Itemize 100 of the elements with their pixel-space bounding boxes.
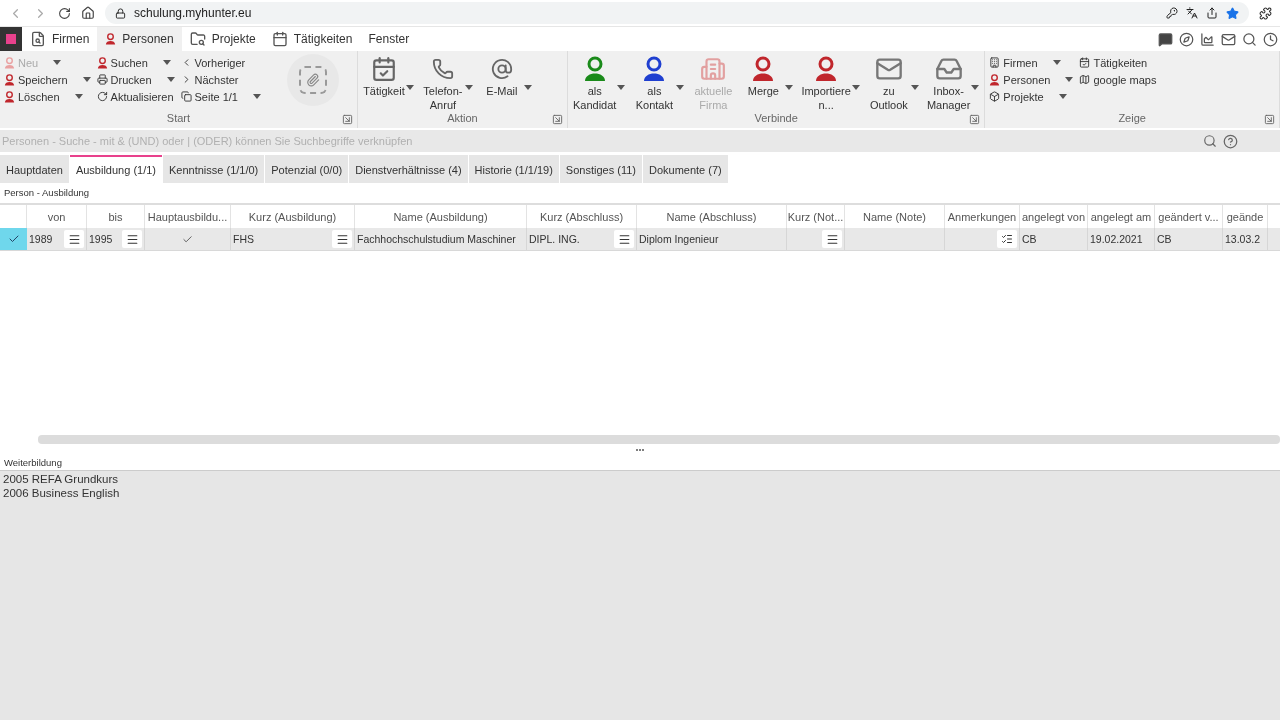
extension-icon[interactable] — [1259, 6, 1272, 20]
list-icon — [1001, 233, 1013, 245]
table-cell-text: 1995 — [89, 233, 114, 245]
translate-icon[interactable] — [1186, 7, 1198, 19]
caret-icon[interactable] — [523, 85, 532, 90]
ribbon-button[interactable]: Projekte — [989, 89, 1074, 104]
caret-icon[interactable] — [676, 85, 685, 90]
calendar-icon — [370, 56, 397, 82]
caret-icon[interactable] — [1065, 77, 1074, 82]
ribbon-button[interactable]: Aktualisieren — [96, 89, 175, 104]
caret-icon[interactable] — [971, 85, 980, 90]
menu-button[interactable] — [614, 230, 634, 248]
home-icon[interactable] — [81, 6, 95, 20]
menu-button[interactable] — [822, 230, 842, 248]
launcher-icon[interactable] — [969, 114, 981, 125]
caret-icon[interactable] — [252, 94, 261, 99]
clock-icon[interactable] — [1263, 31, 1278, 47]
menu-tab[interactable]: Projekte — [181, 27, 264, 51]
chart-icon[interactable] — [1200, 31, 1215, 47]
menu-button[interactable] — [122, 230, 142, 248]
splitter-handle-icon[interactable] — [636, 448, 644, 451]
text-line: 2006 Business English — [3, 486, 121, 500]
table-cell-text: Fachhochschulstudium Maschiner — [357, 233, 517, 245]
ribbon-button[interactable]: Nächster — [180, 72, 261, 87]
ribbon-button[interactable]: Importiere n... — [800, 54, 861, 112]
menu-icon — [125, 232, 139, 246]
ribbon-button[interactable]: Tätigkeiten — [1079, 55, 1157, 70]
caret-icon[interactable] — [617, 85, 626, 90]
logo-icon — [5, 33, 17, 45]
ribbon-button[interactable]: als Kontakt — [632, 54, 686, 112]
share-icon[interactable] — [1206, 7, 1218, 19]
app-logo[interactable] — [0, 27, 22, 51]
address-bar[interactable]: schulung.myhunter.eu — [105, 2, 1249, 24]
ribbon-button[interactable]: Seite 1/1 — [180, 89, 261, 104]
table-cell-text: CB — [1022, 233, 1038, 245]
menu-tab[interactable]: Firmen — [22, 27, 98, 51]
ribbon-button[interactable]: zu Outlook — [866, 54, 920, 112]
notes-button[interactable] — [997, 230, 1017, 248]
menu-icon — [335, 232, 349, 246]
caret-icon[interactable] — [405, 85, 414, 90]
mail-icon[interactable] — [1221, 31, 1236, 47]
menu-tab[interactable]: Tätigkeiten — [263, 27, 361, 51]
caret-icon[interactable] — [1052, 60, 1061, 65]
group-title: Start — [166, 112, 191, 126]
tab[interactable]: Dokumente (7) — [642, 155, 728, 183]
caret-icon[interactable] — [162, 60, 171, 65]
table-cell-text: Diplom Ingenieur — [639, 233, 720, 245]
caret-icon[interactable] — [464, 85, 473, 90]
caret-icon[interactable] — [74, 94, 83, 99]
launcher-icon[interactable] — [341, 114, 353, 125]
help-icon[interactable] — [1223, 133, 1238, 149]
ribbon-button[interactable]: Speichern — [4, 72, 91, 87]
person-icon — [105, 33, 117, 45]
url-text: schulung.myhunter.eu — [134, 6, 252, 20]
ribbon-button[interactable]: Löschen — [4, 89, 91, 104]
tab[interactable]: Hauptdaten — [0, 155, 69, 183]
tab[interactable]: Dienstverhältnisse (4) — [349, 155, 468, 183]
chat-icon[interactable] — [1158, 31, 1173, 47]
ribbon-button[interactable]: E-Mail — [479, 54, 533, 112]
launcher-icon[interactable] — [551, 114, 563, 125]
ribbon-button[interactable]: Merge — [741, 54, 795, 112]
launcher-icon[interactable] — [1264, 114, 1275, 125]
scrollbar[interactable] — [38, 435, 1280, 444]
ribbon-button[interactable]: Vorheriger — [180, 55, 261, 70]
caret-icon[interactable] — [851, 85, 860, 90]
menu-tab[interactable]: Personen — [97, 27, 182, 51]
ribbon-button[interactable]: Drucken — [96, 72, 175, 87]
printer-icon — [96, 74, 108, 85]
ribbon-button[interactable]: als Kandidat — [571, 54, 627, 112]
caret-icon[interactable] — [785, 85, 794, 90]
paperclip-icon — [305, 73, 320, 87]
ribbon-button[interactable]: Telefon- Anruf — [420, 54, 474, 112]
group-title: Verbinde — [754, 112, 798, 126]
caret-icon[interactable] — [166, 77, 175, 82]
search-icon[interactable] — [1242, 31, 1257, 47]
map-icon — [1079, 74, 1091, 85]
ribbon-button[interactable]: google maps — [1079, 72, 1157, 87]
key-icon[interactable] — [1166, 7, 1178, 19]
ribbon-button[interactable]: Suchen — [96, 55, 175, 70]
compass-icon[interactable] — [1179, 31, 1194, 47]
ribbon-button[interactable]: Tätigkeit — [361, 54, 415, 112]
ribbon-button[interactable]: Firmen — [989, 55, 1074, 70]
reload-icon[interactable] — [58, 6, 71, 20]
tab[interactable]: Potenzial (0/0) — [265, 155, 349, 183]
person-icon — [4, 56, 15, 69]
person-icon — [989, 73, 1001, 86]
caret-icon[interactable] — [910, 85, 919, 90]
menu-button[interactable] — [64, 230, 84, 248]
check-icon — [7, 233, 20, 245]
ribbon-button[interactable]: Inbox- Manager — [925, 54, 981, 112]
tab[interactable]: Historie (1/1/19) — [468, 155, 559, 183]
tab[interactable]: Kenntnisse (1/1/0) — [163, 155, 265, 183]
ribbon-button[interactable]: Personen — [989, 72, 1074, 87]
star-icon[interactable] — [1226, 6, 1239, 20]
tab[interactable]: Sonstiges (11) — [559, 155, 642, 183]
menu-tab[interactable]: Fenster — [360, 27, 418, 51]
search-icon[interactable] — [1203, 134, 1217, 148]
caret-icon[interactable] — [1058, 94, 1067, 99]
caret-icon[interactable] — [82, 77, 91, 82]
menu-button[interactable] — [332, 230, 352, 248]
